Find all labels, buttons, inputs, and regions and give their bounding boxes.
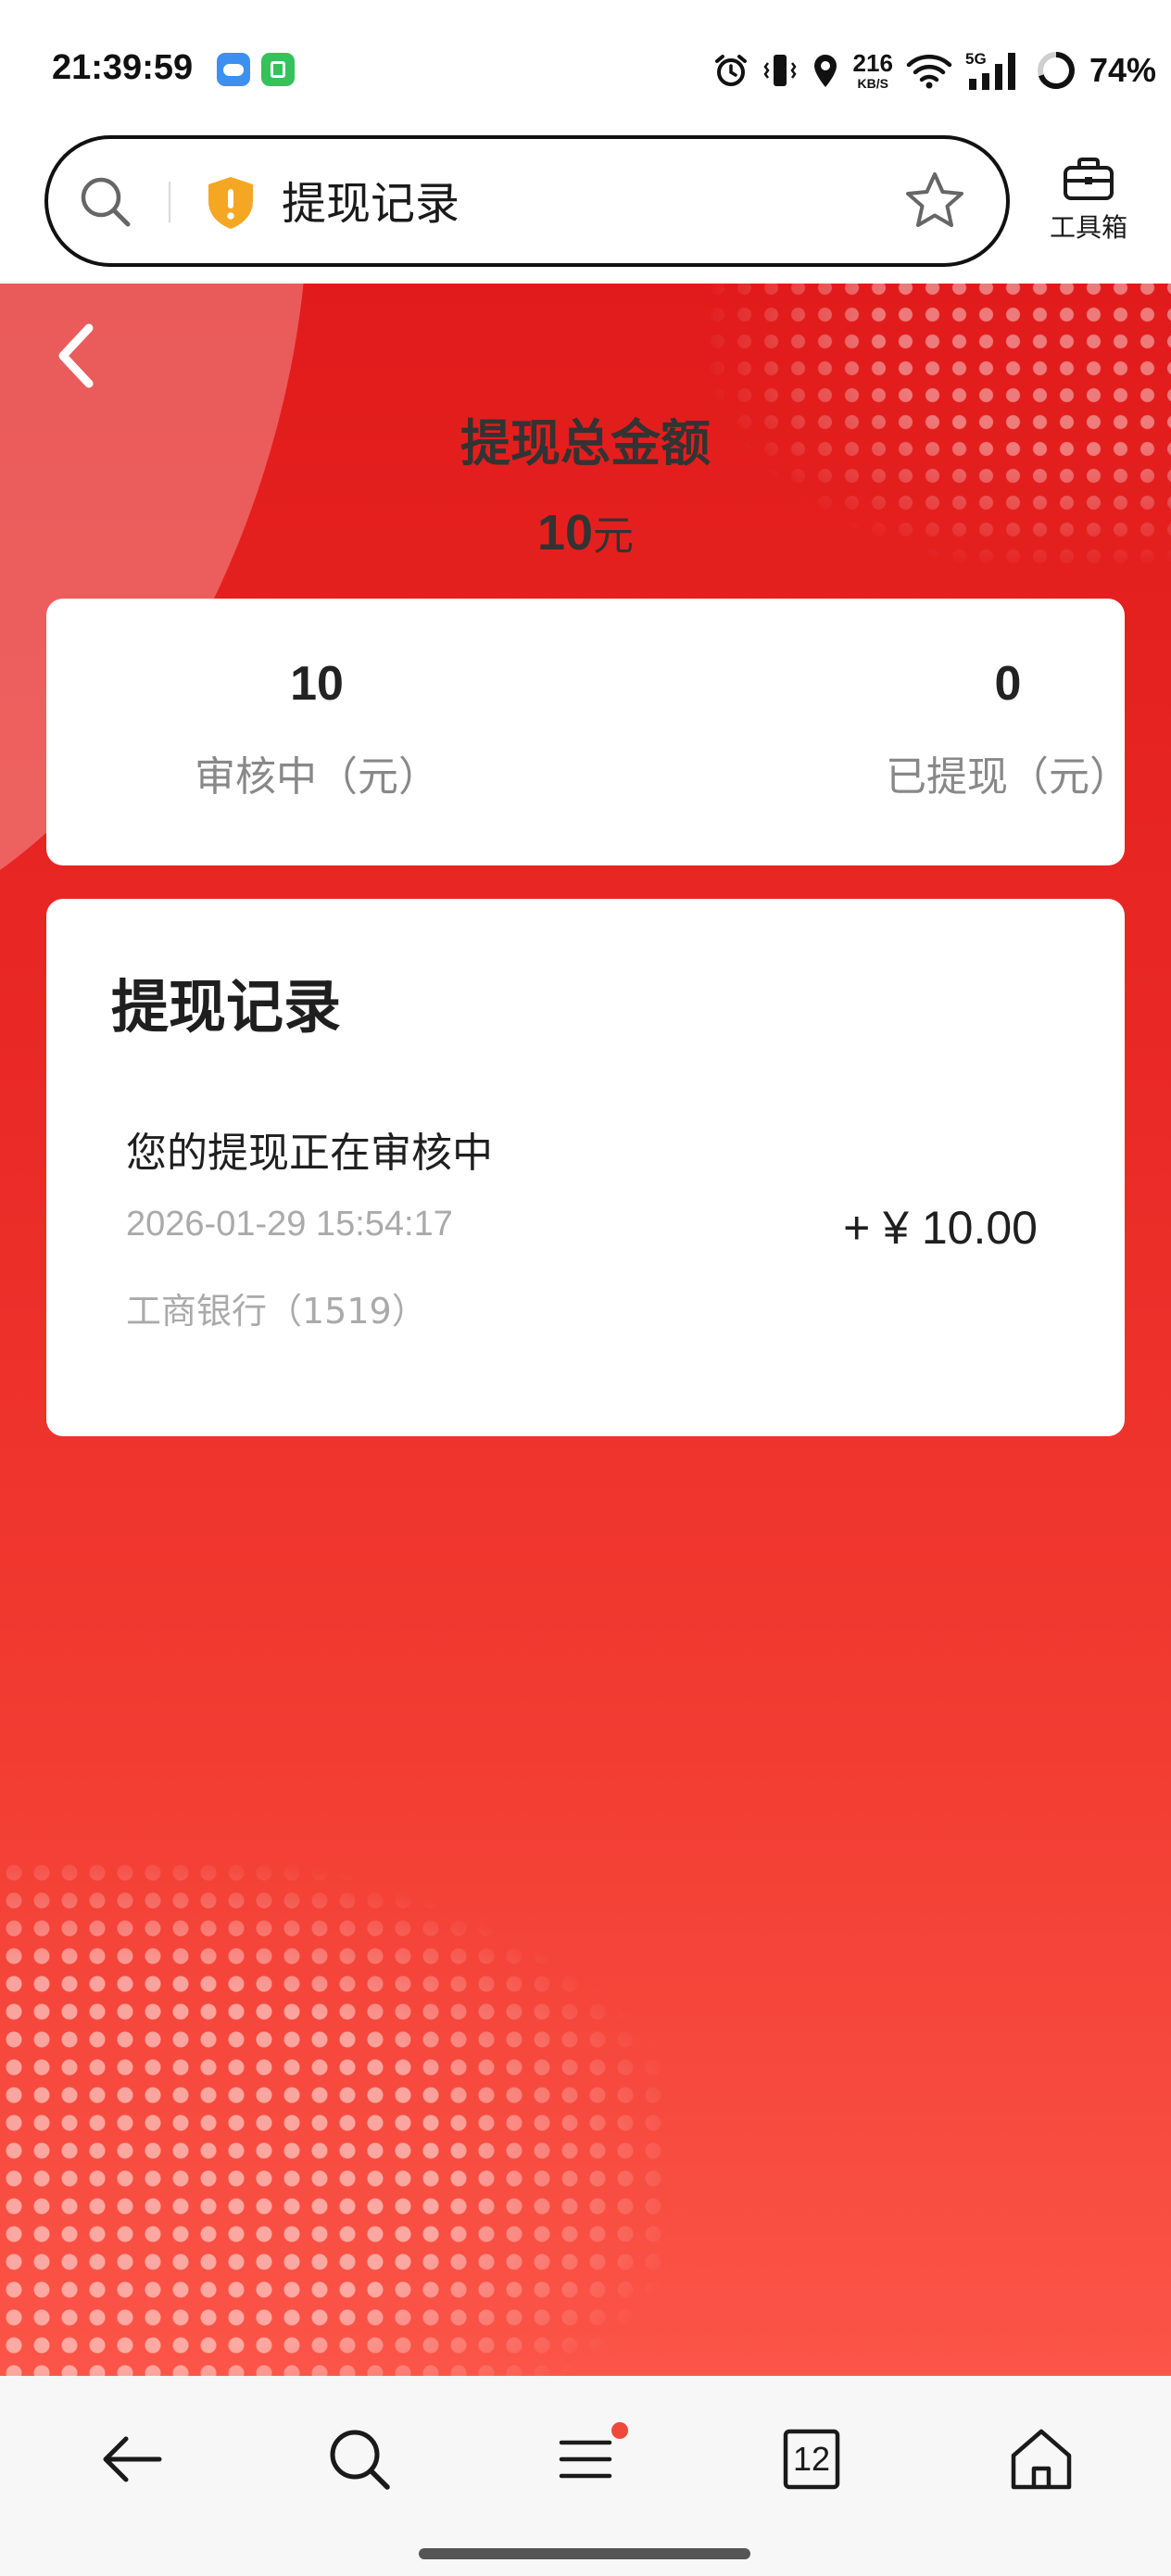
- record-bank: 工商银行（1519）: [126, 1291, 427, 1332]
- total-amount-unit: 元: [593, 512, 635, 560]
- wifi-icon: [906, 55, 952, 89]
- nav-back-button[interactable]: [85, 2413, 178, 2506]
- tab-count: 12: [792, 2440, 831, 2478]
- nav-search-button[interactable]: [313, 2413, 406, 2506]
- pending-stat: 10 审核中（元）: [132, 656, 502, 802]
- status-indicators: 216 KB/S 5G 74%: [712, 43, 1156, 98]
- toolbox-label: 工具箱: [1049, 212, 1127, 243]
- nav-menu-button[interactable]: [539, 2413, 632, 2506]
- list-item[interactable]: 您的提现正在审核中 2026-01-29 15:54:17 工商银行（1519）…: [126, 1119, 1062, 1342]
- bottom-nav: 12: [0, 2376, 1171, 2576]
- total-amount-value: 10: [536, 505, 594, 561]
- green-app-icon: [261, 53, 295, 86]
- status-time: 21:39:59: [52, 48, 194, 87]
- home-indicator[interactable]: [419, 2548, 750, 2559]
- back-arrow-icon[interactable]: [43, 319, 107, 393]
- nav-home-button[interactable]: [995, 2413, 1088, 2506]
- total-amount: 10元: [0, 502, 1171, 562]
- withdrawn-stat: 0 已提现（元）: [823, 656, 1171, 802]
- vibrate-icon: [762, 55, 797, 86]
- toolbox-button[interactable]: 工具箱: [1038, 156, 1140, 258]
- pending-value: 10: [290, 657, 344, 711]
- records-card: 提现记录 您的提现正在审核中 2026-01-29 15:54:17 工商银行（…: [46, 899, 1125, 1436]
- battery-percent: 74%: [1089, 51, 1156, 89]
- alarm-icon: [714, 55, 747, 86]
- record-status: 您的提现正在审核中: [126, 1130, 493, 1177]
- status-bar: 21:39:59 216 KB/S 5G 74%: [0, 0, 1171, 137]
- summary-card: 10 审核中（元） 0 已提现（元）: [46, 599, 1130, 865]
- svg-text:5G: 5G: [965, 50, 987, 68]
- battery-icon: [1037, 52, 1075, 89]
- decorative-dots-bottom: [0, 1859, 667, 2376]
- net-speed: 216 KB/S: [852, 49, 893, 91]
- withdrawn-label: 已提现（元）: [886, 753, 1130, 801]
- search-icon: [330, 2430, 390, 2490]
- weather-app-icon: [217, 53, 250, 86]
- cellular-signal-icon: 5G: [965, 50, 1015, 90]
- total-amount-label: 提现总金额: [460, 414, 711, 473]
- records-title: 提现记录: [111, 973, 342, 1041]
- record-time: 2026-01-29 15:54:17: [126, 1205, 453, 1244]
- home-icon: [1011, 2429, 1072, 2490]
- toolbox-icon: [1064, 158, 1114, 200]
- address-bar[interactable]: 提现记录: [44, 135, 1010, 267]
- arrow-left-icon: [103, 2436, 162, 2482]
- nav-tabs-button[interactable]: 12: [765, 2413, 858, 2506]
- star-icon[interactable]: [902, 169, 967, 234]
- shield-warning-icon[interactable]: [202, 174, 259, 232]
- pending-label: 审核中（元）: [195, 753, 439, 801]
- location-icon: [813, 55, 837, 87]
- search-icon[interactable]: [74, 170, 137, 234]
- address-title[interactable]: 提现记录: [282, 178, 460, 230]
- withdrawn-value: 0: [994, 657, 1022, 711]
- withdraw-page: 提现总金额 10元 10 审核中（元） 0 已提现（元） 提现记录 您的提现正在…: [0, 284, 1171, 2376]
- notification-dot: [611, 2422, 628, 2439]
- record-amount: + ¥ 10.00: [843, 1202, 1038, 1254]
- address-divider: [169, 182, 170, 222]
